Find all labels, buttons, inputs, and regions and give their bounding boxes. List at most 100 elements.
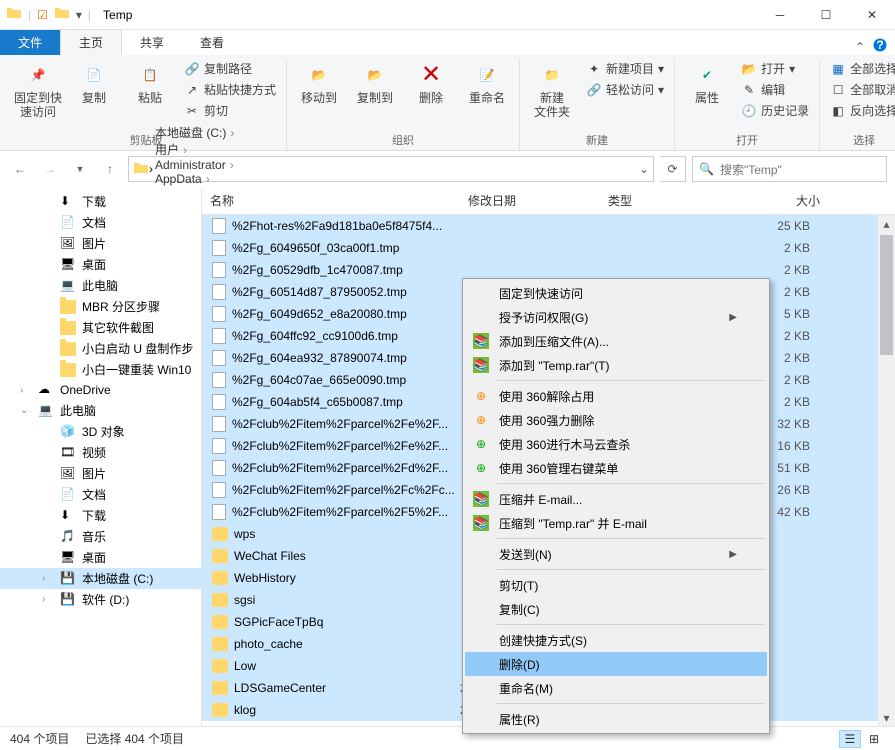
menu-item[interactable]: 📚压缩到 "Temp.rar" 并 E-mail <box>465 511 767 535</box>
paste-button[interactable]: 📋粘贴 <box>126 59 174 105</box>
help-icon[interactable]: ? <box>873 38 887 55</box>
copy-path-button[interactable]: 🔗复制路径 <box>182 59 278 78</box>
details-view-button[interactable]: ☰ <box>839 730 861 748</box>
scrollbar[interactable]: ▴ ▾ <box>878 215 895 726</box>
forward-button[interactable]: → <box>38 157 62 181</box>
menu-item[interactable]: 📚压缩并 E-mail... <box>465 487 767 511</box>
col-name[interactable]: 名称 <box>202 192 460 209</box>
tree-item[interactable]: ›☁OneDrive <box>0 380 201 400</box>
menu-item[interactable]: ⊕使用 360解除占用 <box>465 384 767 408</box>
pin-button[interactable]: 📌固定到快 速访问 <box>14 59 62 120</box>
menu-item[interactable]: 固定到快速访问 <box>465 281 767 305</box>
expand-icon[interactable]: › <box>42 594 54 605</box>
tree-item[interactable]: 🖼图片 <box>0 463 201 484</box>
close-button[interactable]: ✕ <box>849 0 895 30</box>
menu-item[interactable]: ⊕使用 360进行木马云查杀 <box>465 432 767 456</box>
maximize-button[interactable]: ☐ <box>803 0 849 30</box>
column-headers[interactable]: 名称 修改日期 类型 大小 <box>202 187 895 215</box>
chevron-icon[interactable]: › <box>226 126 238 140</box>
qat-check-icon[interactable]: ☑ <box>37 8 48 22</box>
icons-view-button[interactable]: ⊞ <box>863 730 885 748</box>
menu-item[interactable]: 剪切(T) <box>465 573 767 597</box>
open-button[interactable]: 📂打开 ▾ <box>739 59 811 78</box>
tree-item[interactable]: 🎞视频 <box>0 442 201 463</box>
history-button[interactable]: 🕘历史记录 <box>739 101 811 120</box>
tree-item[interactable]: MBR 分区步骤 <box>0 296 201 317</box>
tree-item[interactable]: 其它软件截图 <box>0 317 201 338</box>
address-bar[interactable]: › 本地磁盘 (C:)›用户›Administrator›AppData›Loc… <box>128 156 654 182</box>
refresh-button[interactable]: ⟳ <box>660 156 686 182</box>
cut-button[interactable]: ✂剪切 <box>182 101 278 120</box>
tree-item[interactable]: 小白一键重装 Win10 <box>0 359 201 380</box>
address-dropdown-icon[interactable]: ⌄ <box>639 162 649 176</box>
chevron-icon[interactable]: › <box>179 143 191 157</box>
minimize-button[interactable]: ─ <box>757 0 803 30</box>
tree-item[interactable]: ⌄💻此电脑 <box>0 400 201 421</box>
tree-item[interactable]: 💻此电脑 <box>0 275 201 296</box>
file-row[interactable]: %2Fg_6049650f_03ca00f1.tmp2 KB <box>202 237 895 259</box>
tree-item[interactable]: 📄文档 <box>0 212 201 233</box>
menu-item[interactable]: 📚添加到 "Temp.rar"(T) <box>465 353 767 377</box>
col-type[interactable]: 类型 <box>600 192 728 209</box>
tab-view[interactable]: 查看 <box>182 30 242 55</box>
newfolder-button[interactable]: 📁新建 文件夹 <box>528 59 576 120</box>
collapse-ribbon-icon[interactable]: ⌃ <box>855 40 865 54</box>
tree-item[interactable]: ›💾本地磁盘 (C:) <box>0 568 201 589</box>
moveto-button[interactable]: 📂移动到 <box>295 59 343 105</box>
breadcrumb-item[interactable]: AppData› <box>153 172 240 186</box>
tree-item[interactable]: ⬇下载 <box>0 191 201 212</box>
menu-item[interactable]: 📚添加到压缩文件(A)... <box>465 329 767 353</box>
delete-button[interactable]: ✕删除 <box>407 59 455 105</box>
select-all-button[interactable]: ▦全部选择 <box>828 59 895 78</box>
nav-tree[interactable]: ⬇下载📄文档🖼图片🖥桌面💻此电脑MBR 分区步骤其它软件截图小白启动 U 盘制作… <box>0 187 202 726</box>
menu-item[interactable]: 删除(D) <box>465 652 767 676</box>
easy-access-button[interactable]: 🔗轻松访问 ▾ <box>584 80 666 99</box>
search-input[interactable]: 🔍 搜索"Temp" <box>692 156 887 182</box>
qat-folder-icon[interactable] <box>54 5 70 24</box>
file-row[interactable]: %2Fhot-res%2Fa9d181ba0e5f8475f4...25 KB <box>202 215 895 237</box>
tree-item[interactable]: 📄文档 <box>0 484 201 505</box>
copy-button[interactable]: 📄复制 <box>70 59 118 105</box>
rename-button[interactable]: 📝重命名 <box>463 59 511 105</box>
breadcrumb-item[interactable]: 用户› <box>153 141 240 158</box>
paste-shortcut-button[interactable]: ↗粘贴快捷方式 <box>182 80 278 99</box>
recent-dropdown[interactable]: ▼ <box>68 157 92 181</box>
menu-item[interactable]: 创建快捷方式(S) <box>465 628 767 652</box>
breadcrumb-item[interactable]: 本地磁盘 (C:)› <box>153 124 240 141</box>
copyto-button[interactable]: 📂复制到 <box>351 59 399 105</box>
select-none-button[interactable]: ☐全部取消 <box>828 80 895 99</box>
tree-item[interactable]: 🖥桌面 <box>0 254 201 275</box>
tree-item[interactable]: ⬇下载 <box>0 505 201 526</box>
tree-item[interactable]: 小白启动 U 盘制作步 <box>0 338 201 359</box>
col-date[interactable]: 修改日期 <box>460 192 600 209</box>
tab-file[interactable]: 文件 <box>0 30 60 55</box>
tree-item[interactable]: ›💾软件 (D:) <box>0 589 201 610</box>
chevron-icon[interactable]: › <box>226 158 238 172</box>
scroll-up-icon[interactable]: ▴ <box>878 215 895 232</box>
tree-item[interactable]: 🖼图片 <box>0 233 201 254</box>
tree-item[interactable]: 🖥桌面 <box>0 547 201 568</box>
tab-share[interactable]: 共享 <box>122 30 182 55</box>
back-button[interactable]: ← <box>8 157 32 181</box>
invert-button[interactable]: ◧反向选择 <box>828 101 895 120</box>
menu-item[interactable]: ⊕使用 360管理右键菜单 <box>465 456 767 480</box>
chevron-icon[interactable]: › <box>202 172 214 186</box>
tab-home[interactable]: 主页 <box>60 29 122 55</box>
edit-button[interactable]: ✎编辑 <box>739 80 811 99</box>
tree-item[interactable]: 🧊3D 对象 <box>0 421 201 442</box>
expand-icon[interactable]: › <box>42 573 54 584</box>
scroll-down-icon[interactable]: ▾ <box>878 709 895 726</box>
expand-icon[interactable]: › <box>20 385 32 396</box>
menu-item[interactable]: 属性(R) <box>465 707 767 731</box>
properties-button[interactable]: ✔属性 <box>683 59 731 105</box>
expand-icon[interactable]: ⌄ <box>20 405 32 416</box>
tree-item[interactable]: 🎵音乐 <box>0 526 201 547</box>
menu-item[interactable]: 发送到(N)▶ <box>465 542 767 566</box>
up-button[interactable]: ↑ <box>98 157 122 181</box>
qat-dropdown-icon[interactable]: ▾ <box>76 8 82 22</box>
menu-item[interactable]: 复制(C) <box>465 597 767 621</box>
scroll-thumb[interactable] <box>880 235 893 355</box>
breadcrumb-item[interactable]: Administrator› <box>153 158 240 172</box>
menu-item[interactable]: ⊕使用 360强力删除 <box>465 408 767 432</box>
menu-item[interactable]: 重命名(M) <box>465 676 767 700</box>
